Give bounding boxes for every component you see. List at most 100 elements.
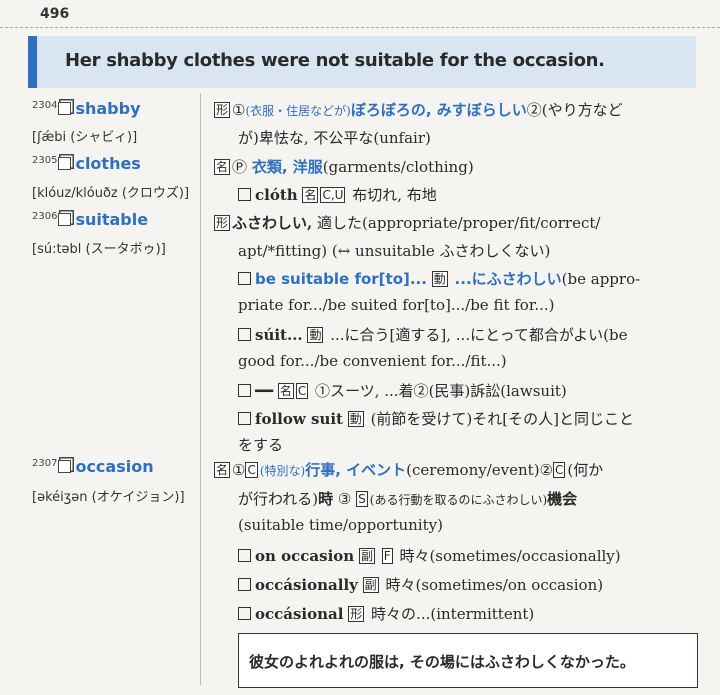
phrase: follow suit [255, 410, 343, 428]
pos-tag: 名 [302, 187, 319, 203]
definition: 衣類, 洋服 [251, 158, 323, 176]
headword-occasion: 2307 occasion [32, 456, 154, 476]
pronunciation: [əkéiʒən (オケイジョン)] [32, 490, 185, 505]
countability-tag: C [553, 462, 566, 478]
definition: ふさわしい, [232, 214, 313, 232]
definition: 行事, イベント [305, 461, 407, 479]
checkbox-icon [58, 213, 72, 226]
checkbox-icon [238, 607, 251, 620]
usage-note: (衣服・住居などが) [245, 104, 351, 118]
shabby-definition-line: 形 ①(衣服・住居などが)ぼろぼろの, みすぼらしい②(やり方など [214, 99, 623, 120]
phrase: be suitable for[to]... [255, 270, 427, 288]
sense-marker: ③ [337, 490, 352, 508]
checkbox-icon [58, 157, 72, 170]
gloss: (garments/clothing) [322, 158, 474, 176]
entry-number: 2307 [32, 458, 58, 469]
occasion-definition-line: 名 ① C (特別な)行事, イベント(ceremony/event)② C (何か [214, 459, 603, 480]
headword: clothes [75, 154, 141, 173]
occasion-definition-line-2: が行われる)時 ③ S (ある行動を取るのにふさわしい)機会 [238, 488, 577, 509]
suitable-phrase-1: be suitable for[to]... 動 ...にふさわしい(be ap… [238, 268, 640, 289]
pos-tag: 形 [348, 606, 365, 622]
pronunciation: [sú:təbl (スータボゥ)] [32, 242, 166, 257]
subentry-word: clóth [255, 186, 298, 204]
translation-box: 彼女のよれよれの服は, その場にはふさわしくなかった。 [238, 633, 698, 688]
pos-tag: 名 [214, 159, 231, 175]
definition-text: (be appro- [561, 270, 641, 288]
pronunciation: [ʃǽbi (シャビィ)] [32, 130, 138, 145]
shabby-definition-line-2: が)卑怯な, 不公平な(unfair) [238, 129, 431, 147]
pos-tag: 副 [362, 577, 379, 593]
countability-tag: C,U [320, 187, 346, 203]
headword-suitable: 2306 suitable [32, 209, 148, 229]
definition-text: ...に合う[適する], ...にとって都合がよい(be [330, 326, 628, 344]
pos-tag: 動 [307, 327, 324, 343]
definition-text: (何か [567, 461, 604, 479]
occasion-subentry-2: occásionally 副 時々(sometimes/on occasion) [238, 574, 603, 595]
countability-tag: C [245, 462, 258, 478]
pos-tag: 名 [277, 383, 294, 399]
pos-tag: 形 [214, 215, 231, 231]
pronunciation: [klóuz/klóuðz (クロウズ)] [32, 186, 190, 201]
definition-text: 時々の...(intermittent) [371, 605, 535, 623]
column-divider [200, 93, 201, 685]
top-rule [0, 27, 720, 28]
entry-number: 2305 [32, 155, 58, 166]
checkbox-icon [238, 578, 251, 591]
plural-marker: Ⓟ [232, 158, 248, 176]
suitable-definition-line-2: apt/*fitting) (↔ unsuitable ふさわしくない) [238, 242, 551, 260]
page-number: 496 [40, 6, 70, 22]
formality-tag: F [381, 548, 393, 564]
swung-dash: ━━ [255, 382, 274, 400]
phrase-definition: ...にふさわしい [454, 270, 562, 288]
definition-text: ①スーツ, ...着②(民事)訴訟(lawsuit) [315, 382, 567, 400]
pos-tag: 副 [358, 548, 375, 564]
headword-clothes: 2305 clothes [32, 153, 141, 173]
headword-shabby: 2304 shabby [32, 98, 141, 118]
definition-text: (前節を受けて)それ[その人]と同じこと [370, 410, 634, 428]
suitable-phrase-2: súit... 動 ...に合う[適する], ...にとって都合がよい(be [238, 324, 627, 345]
subentry-word: on occasion [255, 547, 355, 565]
phrase: súit... [255, 326, 303, 344]
occasion-subentry-1: on occasion 副 F 時々(sometimes/occasionall… [238, 545, 621, 566]
suitable-phrase-3: ━━ 名C ①スーツ, ...着②(民事)訴訟(lawsuit) [238, 380, 567, 401]
definition-text: 適した(appropriate/proper/fit/correct/ [317, 214, 601, 232]
definition: 時 [318, 490, 334, 508]
pos-tag: 動 [431, 271, 448, 287]
checkbox-icon [238, 188, 251, 201]
definition-text: 布切れ, 布地 [352, 186, 437, 204]
checkbox-icon [58, 102, 72, 115]
definition: 機会 [547, 490, 578, 508]
suitable-definition-line: 形ふさわしい, 適した(appropriate/proper/fit/corre… [214, 212, 600, 233]
sense-marker: ② [526, 101, 542, 119]
countability-tag: C [295, 383, 309, 399]
gloss: (ceremony/event) [406, 461, 540, 479]
headword: shabby [75, 99, 141, 118]
definition-text: が行われる) [238, 490, 319, 508]
suitable-phrase-4-line-2: をする [238, 436, 284, 454]
clothes-definition-line: 名 Ⓟ 衣類, 洋服(garments/clothing) [214, 156, 474, 177]
checkbox-icon [238, 549, 251, 562]
definition: ぼろぼろの, みすぼらしい [350, 101, 527, 119]
definition-text: 時々(sometimes/occasionally) [399, 547, 621, 565]
usage-note: (特別な) [259, 464, 306, 478]
example-sentence: Her shabby clothes were not suitable for… [65, 50, 605, 71]
pos-tag: 形 [214, 102, 231, 118]
definition-text: 時々(sometimes/on occasion) [385, 576, 604, 594]
headword: suitable [75, 210, 149, 229]
checkbox-icon [58, 460, 72, 473]
sense-marker: ① [232, 101, 246, 119]
occasion-subentry-3: occásional 形 時々の...(intermittent) [238, 603, 534, 624]
entry-number: 2306 [32, 211, 58, 222]
entry-number: 2304 [32, 100, 58, 111]
checkbox-icon [238, 328, 251, 341]
suitable-phrase-1-line-2: priate for.../be suited for[to].../be fi… [238, 296, 555, 314]
checkbox-icon [238, 384, 251, 397]
checkbox-icon [238, 412, 251, 425]
countability-tag: S [356, 491, 368, 507]
subentry-word: occásional [255, 605, 344, 623]
translation-text: 彼女のよれよれの服は, その場にはふさわしくなかった。 [249, 653, 635, 671]
pos-tag: 名 [214, 462, 231, 478]
sense-marker: ② [539, 461, 553, 479]
example-sentence-banner: Her shabby clothes were not suitable for… [28, 36, 696, 88]
headword: occasion [75, 457, 154, 476]
